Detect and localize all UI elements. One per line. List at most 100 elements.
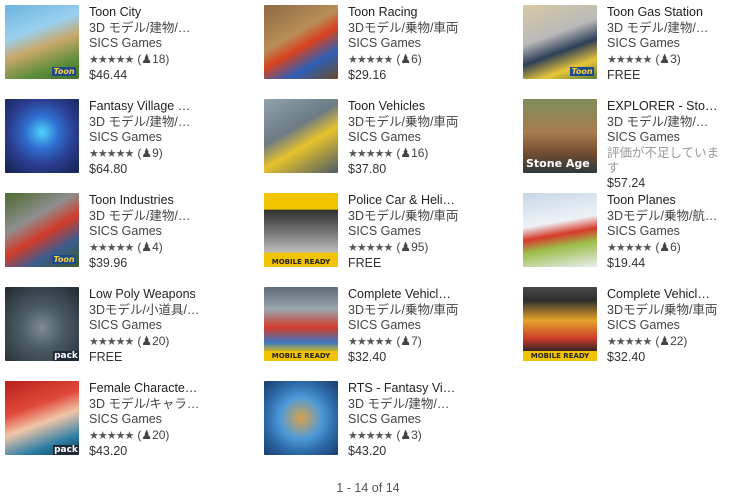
asset-item[interactable]: MOBILE READY Complete Vehicl… 3Dモデル/乗物/車両 S… <box>264 287 474 367</box>
airplane-icon[interactable] <box>523 193 597 267</box>
asset-category[interactable]: 3D モデル/キャラ… <box>89 397 213 413</box>
asset-publisher[interactable]: SICS Games <box>348 318 472 334</box>
asset-publisher[interactable]: SICS Games <box>348 224 472 240</box>
gas-station-icon[interactable]: Toon <box>523 5 597 79</box>
asset-title[interactable]: Fantasy Village … <box>89 99 213 115</box>
female-character-icon[interactable]: pack <box>5 381 79 455</box>
asset-publisher[interactable]: SICS Games <box>89 224 213 240</box>
asset-item[interactable]: Fantasy Village … 3D モデル/建物/… SICS Games ★★… <box>5 99 215 179</box>
asset-publisher[interactable]: SICS Games <box>89 318 213 334</box>
asset-publisher[interactable]: SICS Games <box>607 224 731 240</box>
asset-info: Fantasy Village … 3D モデル/建物/… SICS Games ★★… <box>89 99 213 179</box>
asset-title[interactable]: RTS - Fantasy Vi… <box>348 381 472 397</box>
thumbnail-badge: Stone Age <box>526 157 590 170</box>
asset-title[interactable]: Police Car & Heli… <box>348 193 472 209</box>
weapon-icon[interactable]: pack <box>5 287 79 361</box>
asset-rating: ★★★★★ (♟6) <box>607 240 731 257</box>
asset-rating: ★★★★★ (♟16) <box>348 146 472 163</box>
asset-publisher[interactable]: SICS Games <box>607 318 731 334</box>
asset-title[interactable]: Low Poly Weapons <box>89 287 213 303</box>
asset-publisher[interactable]: SICS Games <box>89 36 213 52</box>
rating-count: (♟9) <box>137 145 163 160</box>
traffic-cars-icon[interactable]: MOBILE READY <box>264 287 338 361</box>
asset-category[interactable]: 3Dモデル/乗物/車両 <box>607 303 731 319</box>
not-enough-ratings: 評価が不足しています <box>607 145 720 175</box>
asset-title[interactable]: Toon Planes <box>607 193 731 209</box>
asset-item[interactable]: pack Low Poly Weapons 3Dモデル/小道具/… SICS Game… <box>5 287 215 367</box>
asset-category[interactable]: 3Dモデル/乗物/車両 <box>348 209 472 225</box>
asset-item[interactable]: MOBILE READY Police Car & Heli… 3Dモデル/乗物/車… <box>264 193 474 273</box>
asset-info: Female Characte… 3D モデル/キャラ… SICS Games ★★★… <box>89 381 213 461</box>
village-icon[interactable] <box>264 381 338 455</box>
asset-price: $19.44 <box>607 256 646 270</box>
asset-rating: ★★★★★ (♟18) <box>89 52 213 69</box>
asset-price: FREE <box>607 68 641 82</box>
asset-item[interactable]: Toon Racing 3Dモデル/乗物/車両 SICS Games ★★★★★ (♟6… <box>264 5 474 85</box>
train-icon[interactable]: Toon <box>5 193 79 267</box>
rating-count: (♟18) <box>137 51 170 66</box>
asset-category[interactable]: 3D モデル/建物/… <box>348 397 472 413</box>
asset-item[interactable]: Stone Age EXPLORER - Sto… 3D モデル/建物/… SICS … <box>523 99 733 190</box>
asset-title[interactable]: Complete Vehicl… <box>348 287 472 303</box>
asset-title[interactable]: Toon Racing <box>348 5 472 21</box>
asset-category[interactable]: 3D モデル/建物/… <box>607 115 731 131</box>
asset-category[interactable]: 3D モデル/建物/… <box>89 115 213 131</box>
asset-item[interactable]: Toon Toon Industries 3D モデル/建物/… SICS Games… <box>5 193 215 273</box>
thumbnail-badge: Toon <box>570 67 594 76</box>
asset-title[interactable]: Toon Gas Station <box>607 5 731 21</box>
asset-item[interactable]: RTS - Fantasy Vi… 3D モデル/建物/… SICS Games ★★… <box>264 381 474 461</box>
asset-price: FREE <box>348 256 382 270</box>
asset-category[interactable]: 3Dモデル/乗物/車両 <box>348 115 472 131</box>
asset-publisher[interactable]: SICS Games <box>348 130 472 146</box>
racing-car-icon[interactable] <box>264 5 338 79</box>
asset-publisher[interactable]: SICS Games <box>348 36 472 52</box>
asset-category[interactable]: 3D モデル/建物/… <box>89 21 213 37</box>
asset-info: Toon City 3D モデル/建物/… SICS Games ★★★★★ (♟18)… <box>89 5 213 85</box>
asset-info: RTS - Fantasy Vi… 3D モデル/建物/… SICS Games ★★… <box>348 381 472 461</box>
star-rating-icon: ★★★★★ <box>348 335 393 348</box>
asset-category[interactable]: 3Dモデル/乗物/車両 <box>348 303 472 319</box>
caveman-icon[interactable]: Stone Age <box>523 99 597 173</box>
rating-count: (♟95) <box>396 239 429 254</box>
asset-publisher[interactable]: SICS Games <box>607 36 731 52</box>
star-rating-icon: ★★★★★ <box>607 241 652 254</box>
asset-price: $32.40 <box>348 350 387 364</box>
asset-rating: ★★★★★ (♟22) <box>607 334 731 351</box>
asset-title[interactable]: Toon City <box>89 5 213 21</box>
asset-price: $43.20 <box>348 444 387 458</box>
asset-title[interactable]: Complete Vehicl… <box>607 287 731 303</box>
asset-title[interactable]: EXPLORER - Sto… <box>607 99 731 115</box>
thumbnail-badge: Toon <box>52 67 76 76</box>
asset-info: Complete Vehicl… 3Dモデル/乗物/車両 SICS Games ★★★… <box>348 287 472 367</box>
asset-item[interactable]: Toon Toon Gas Station 3D モデル/建物/… SICS Game… <box>523 5 733 85</box>
asset-category[interactable]: 3Dモデル/乗物/航… <box>607 209 731 225</box>
asset-rating: ★★★★★ (♟20) <box>89 334 213 351</box>
asset-category[interactable]: 3Dモデル/小道具/… <box>89 303 213 319</box>
asset-info: EXPLORER - Sto… 3D モデル/建物/… SICS Games 評価が不… <box>607 99 731 190</box>
asset-publisher[interactable]: SICS Games <box>89 130 213 146</box>
asset-publisher[interactable]: SICS Games <box>607 130 731 146</box>
asset-category[interactable]: 3Dモデル/乗物/車両 <box>348 21 472 37</box>
asset-title[interactable]: Toon Industries <box>89 193 213 209</box>
asset-item[interactable]: MOBILE READY Complete Vehicl… 3Dモデル/乗物/車両 S… <box>523 287 733 367</box>
asset-rating: ★★★★★ (♟6) <box>348 52 472 69</box>
fantasy-tower-icon[interactable] <box>5 99 79 173</box>
asset-publisher[interactable]: SICS Games <box>348 412 472 428</box>
police-car-icon[interactable]: MOBILE READY <box>264 193 338 267</box>
asset-title[interactable]: Toon Vehicles <box>348 99 472 115</box>
city-icon[interactable]: Toon <box>5 5 79 79</box>
asset-info: Low Poly Weapons 3Dモデル/小道具/… SICS Games ★★★… <box>89 287 213 367</box>
asset-item[interactable]: Toon Vehicles 3Dモデル/乗物/車両 SICS Games ★★★★★(… <box>264 99 474 179</box>
rating-count: (♟4) <box>137 239 163 254</box>
truck-icon[interactable] <box>264 99 338 173</box>
asset-item[interactable]: Toon Toon City 3D モデル/建物/… SICS Games ★★★★★(… <box>5 5 215 85</box>
asset-item[interactable]: pack Female Characte… 3D モデル/キャラ… SICS Game… <box>5 381 215 461</box>
asset-item[interactable]: Toon Planes 3Dモデル/乗物/航… SICS Games ★★★★★ (♟6… <box>523 193 733 273</box>
yellow-car-icon[interactable]: MOBILE READY <box>523 287 597 361</box>
star-rating-icon: ★★★★★ <box>348 147 393 160</box>
asset-price: $32.40 <box>607 350 646 364</box>
asset-category[interactable]: 3D モデル/建物/… <box>607 21 731 37</box>
asset-title[interactable]: Female Characte… <box>89 381 213 397</box>
asset-category[interactable]: 3D モデル/建物/… <box>89 209 213 225</box>
asset-publisher[interactable]: SICS Games <box>89 412 213 428</box>
